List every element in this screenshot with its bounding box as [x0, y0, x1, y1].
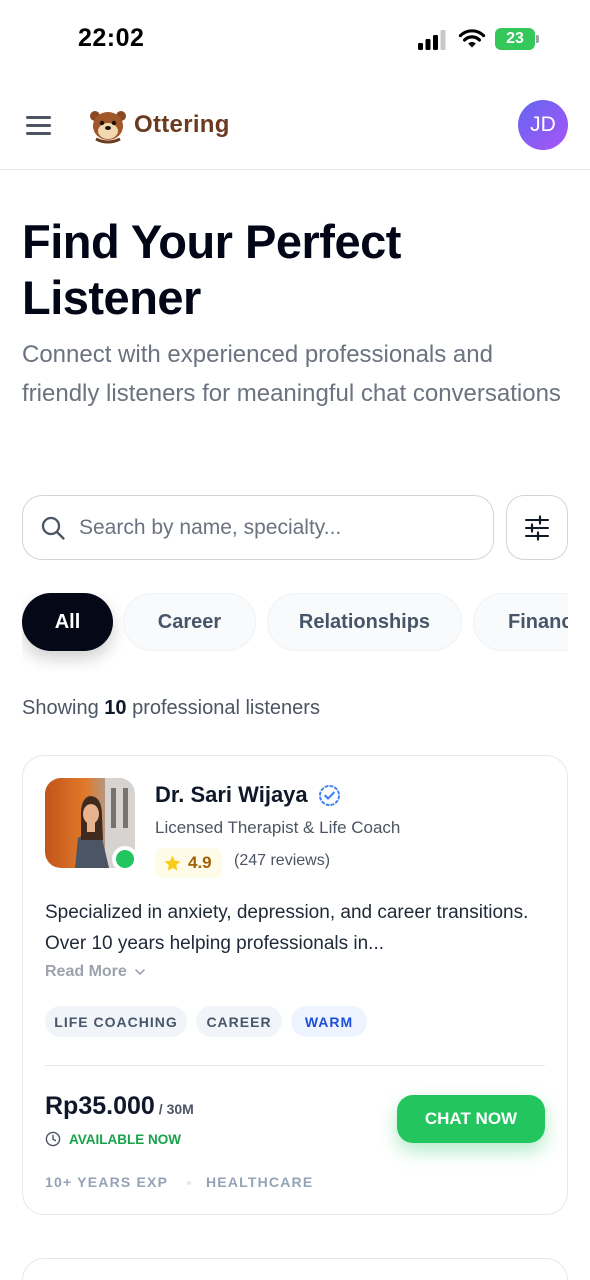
chat-now-button[interactable]: CHAT NOW: [397, 1095, 545, 1143]
sliders-icon: [525, 514, 549, 541]
category-filter-row: All Career Relationships Finance: [22, 593, 568, 673]
listener-role: Licensed Therapist & Life Coach: [155, 818, 401, 837]
experience-label: 10+ YEARS EXP: [45, 1174, 169, 1190]
category-chip-finance[interactable]: Finance: [473, 593, 568, 651]
status-time: 22:02: [78, 24, 145, 52]
result-count: Showing 10 professional listeners: [22, 697, 320, 719]
rating-value: 4.9: [188, 853, 212, 872]
online-status-indicator: [112, 846, 138, 872]
session-price: Rp35.000/ 30M: [45, 1092, 194, 1120]
search-bar[interactable]: [22, 495, 494, 560]
card-divider: [45, 1065, 545, 1066]
logo[interactable]: Ottering: [86, 102, 230, 148]
filter-button[interactable]: [506, 495, 568, 560]
personality-tag: WARM: [291, 1006, 367, 1037]
menu-button[interactable]: [20, 108, 58, 142]
chevron-down-icon: [134, 969, 145, 976]
sector-label: HEALTHCARE: [206, 1174, 314, 1190]
result-count-number: 10: [104, 697, 127, 719]
search-input[interactable]: [79, 515, 479, 540]
category-chip-all[interactable]: All: [22, 593, 113, 651]
page-subtitle: Connect with experienced professionals a…: [22, 341, 561, 407]
availability-status: AVAILABLE NOW: [45, 1131, 181, 1147]
rating-badge: 4.9: [155, 848, 222, 878]
cellular-signal-icon: [418, 30, 446, 50]
app-header: Ottering JD: [0, 80, 590, 170]
status-bar: 22:02 23: [0, 0, 590, 80]
listener-name-row: Dr. Sari Wijaya: [155, 782, 341, 808]
category-chip-relationships[interactable]: Relationships: [267, 593, 462, 651]
price-unit: / 30M: [158, 1101, 194, 1117]
page-title: Find Your Perfect Listener: [22, 215, 401, 324]
listener-name[interactable]: Dr. Sari Wijaya: [155, 782, 308, 808]
review-count[interactable]: (247 reviews): [234, 852, 330, 870]
specialty-tag: LIFE COACHING: [45, 1006, 187, 1037]
search-icon: [41, 516, 65, 540]
star-icon: [164, 855, 181, 871]
listener-card[interactable]: [22, 1258, 568, 1280]
battery-indicator: 23: [495, 28, 539, 50]
logo-text: Ottering: [134, 111, 230, 138]
user-avatar[interactable]: JD: [518, 100, 568, 150]
verified-check-icon: [318, 784, 340, 806]
read-more-link[interactable]: Read More: [45, 963, 147, 981]
listener-card[interactable]: Dr. Sari Wijaya Licensed Therapist & Lif…: [22, 755, 568, 1215]
specialty-tag: CAREER: [196, 1006, 282, 1037]
listener-bio: Specialized in anxiety, depression, and …: [45, 902, 529, 954]
category-chip-career[interactable]: Career: [123, 593, 256, 651]
clock-icon: [45, 1131, 61, 1147]
wifi-icon: [458, 29, 486, 48]
battery-level: 23: [506, 30, 524, 47]
meta-separator: [187, 1181, 191, 1185]
hamburger-icon: [26, 116, 51, 119]
otter-logo-icon: [90, 111, 126, 144]
